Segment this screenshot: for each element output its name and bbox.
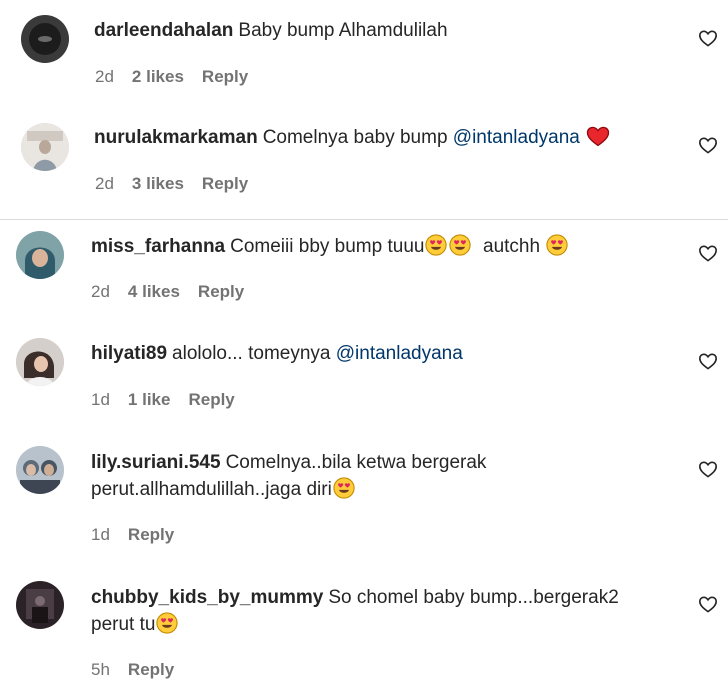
comment-username[interactable]: darleendahalan xyxy=(94,20,233,41)
comment-text: Comelnya baby bump xyxy=(262,127,448,148)
comment-username[interactable]: lily.suriani.545 xyxy=(91,452,221,473)
comment-text-2: autchh xyxy=(483,236,541,257)
heart-eyes-emoji xyxy=(333,477,355,499)
like-heart-icon[interactable] xyxy=(698,595,718,613)
like-heart-icon[interactable] xyxy=(698,244,718,262)
comment-meta: 1d 1 like Reply xyxy=(91,390,235,410)
reply-button[interactable]: Reply xyxy=(198,282,244,301)
comment-text: So chomel baby bump...bergerak2 xyxy=(328,587,619,608)
comment-text: Baby bump Alhamdulilah xyxy=(238,20,448,41)
comment-time[interactable]: 2d xyxy=(95,67,114,86)
comment-time[interactable]: 5h xyxy=(91,660,110,679)
comment-text: Comeiii bby bump tuuu xyxy=(230,236,425,257)
comment-meta: 2d 4 likes Reply xyxy=(91,282,244,302)
comment-text: Comelnya..bila ketwa bergerak xyxy=(225,452,487,473)
reply-button[interactable]: Reply xyxy=(188,390,234,409)
avatar[interactable] xyxy=(21,15,69,63)
like-heart-icon[interactable] xyxy=(698,136,718,154)
comment-body: hilyati89 alololo... tomeynya @intanladya… xyxy=(91,340,463,367)
comment-time[interactable]: 1d xyxy=(91,390,110,409)
comment-likes[interactable]: 2 likes xyxy=(132,67,184,86)
mention-link[interactable]: @intanladyana xyxy=(453,127,580,148)
comment-body: chubby_kids_by_mummy So chomel baby bump.… xyxy=(91,584,671,638)
comment-meta: 2d 2 likes Reply xyxy=(95,67,248,87)
reply-button[interactable]: Reply xyxy=(128,525,174,544)
comment-meta: 1d Reply xyxy=(91,525,174,545)
avatar[interactable] xyxy=(16,581,64,629)
divider xyxy=(0,219,728,220)
comment-username[interactable]: nurulakmarkaman xyxy=(94,127,258,148)
comment-meta: 2d 3 likes Reply xyxy=(95,174,248,194)
like-heart-icon[interactable] xyxy=(698,352,718,370)
mention-link[interactable]: @intanladyana xyxy=(336,343,463,364)
heart-eyes-emoji xyxy=(449,234,471,256)
comment-text-2: perut.allhamdulillah..jaga diri xyxy=(91,479,332,500)
comment-username[interactable]: hilyati89 xyxy=(91,343,167,364)
comment-username[interactable]: chubby_kids_by_mummy xyxy=(91,587,323,608)
heart-eyes-emoji xyxy=(156,612,178,634)
comment-body: lily.suriani.545 Comelnya..bila ketwa ber… xyxy=(91,449,671,503)
comment-username[interactable]: miss_farhanna xyxy=(91,236,225,257)
avatar[interactable] xyxy=(16,446,64,494)
like-heart-icon[interactable] xyxy=(698,460,718,478)
avatar[interactable] xyxy=(21,123,69,171)
comment-time[interactable]: 2d xyxy=(95,174,114,193)
comment-body: miss_farhanna Comeiii bby bump tuuu autch… xyxy=(91,233,569,260)
comment-time[interactable]: 2d xyxy=(91,282,110,301)
comment-text: alololo... tomeynya xyxy=(172,343,331,364)
comment-body: nurulakmarkaman Comelnya baby bump @intan… xyxy=(94,124,611,151)
comment-text-2: perut tu xyxy=(91,614,156,635)
heart-eyes-emoji xyxy=(425,234,447,256)
comment-likes[interactable]: 1 like xyxy=(128,390,171,409)
avatar[interactable] xyxy=(16,231,64,279)
red-heart-emoji xyxy=(586,126,610,147)
reply-button[interactable]: Reply xyxy=(128,660,174,679)
comment-meta: 5h Reply xyxy=(91,660,174,680)
comment-likes[interactable]: 3 likes xyxy=(132,174,184,193)
reply-button[interactable]: Reply xyxy=(202,67,248,86)
like-heart-icon[interactable] xyxy=(698,29,718,47)
comment-body: darleendahalan Baby bump Alhamdulilah xyxy=(94,17,448,44)
comment-time[interactable]: 1d xyxy=(91,525,110,544)
reply-button[interactable]: Reply xyxy=(202,174,248,193)
comment-likes[interactable]: 4 likes xyxy=(128,282,180,301)
avatar[interactable] xyxy=(16,338,64,386)
heart-eyes-emoji xyxy=(546,234,568,256)
